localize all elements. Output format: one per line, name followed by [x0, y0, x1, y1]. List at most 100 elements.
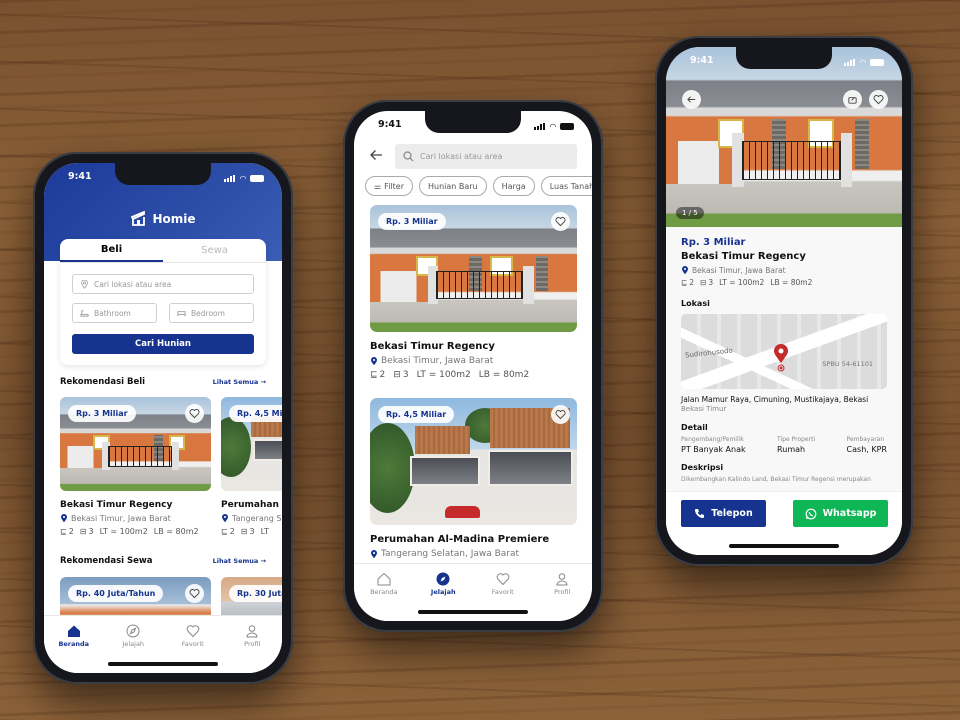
heart-icon — [496, 573, 510, 586]
property-name: Bekasi Timur Regency — [370, 341, 495, 352]
filter-chip-hunian-baru[interactable]: Hunian Baru — [418, 176, 487, 196]
search-card: Beli Sewa Cari lokasi atau area Bathroom… — [60, 239, 266, 365]
listing-card[interactable]: Rp. 3 Miliar Bekasi Timur Regency Bekasi… — [370, 205, 577, 380]
listing-card[interactable]: Rp. 4,5 Miliar Perumahan Al-Madina Premi… — [370, 398, 577, 559]
property-name: Bekasi Timur Regency — [681, 251, 806, 262]
bed-icon: ⊟ — [700, 278, 707, 287]
property-location: Bekasi Timur, Jawa Barat — [681, 266, 887, 275]
tab-beli[interactable]: Beli — [60, 239, 163, 262]
buy-card[interactable]: Rp. 4,5 Miliar Perumahan Al-Madina Premi… — [221, 397, 282, 536]
property-location: Bekasi Timur, Jawa Barat — [60, 514, 211, 523]
filter-chip-luas-tanah[interactable]: Luas Tanah — [540, 176, 592, 196]
status-time: 9:41 — [690, 55, 714, 66]
signal-icon — [843, 58, 856, 66]
heart-icon — [555, 217, 566, 227]
phone-explore: 9:41 ◠ Cari lokasi atau area ⚌ Filter Hun… — [343, 100, 603, 632]
explore-screen: 9:41 ◠ Cari lokasi atau area ⚌ Filter Hun… — [354, 111, 592, 621]
pin-icon — [222, 514, 228, 523]
phone-detail: 1 / 5 9:41 ◠ Rp. 3 Miliar Bekasi Timur R… — [655, 36, 913, 566]
user-icon — [246, 625, 258, 638]
property-gallery[interactable]: 1 / 5 — [666, 47, 902, 227]
nav-beranda[interactable]: Beranda — [49, 624, 99, 673]
bed-icon: ⊟ — [240, 527, 248, 536]
user-icon — [556, 573, 568, 586]
price-badge: Rp. 3 Miliar — [68, 405, 136, 422]
property-location: Tangerang Selatan, Jawa Barat — [221, 514, 282, 523]
section-header-buy: Rekomendasi Beli Lihat Semua → — [60, 377, 266, 387]
back-button[interactable] — [682, 90, 701, 109]
home-indicator — [418, 610, 528, 614]
status-time: 9:41 — [68, 171, 92, 182]
tab-sewa[interactable]: Sewa — [163, 239, 266, 262]
see-all-buy-link[interactable]: Lihat Semua → — [213, 378, 266, 386]
bathtub-icon — [80, 309, 89, 317]
bedroom-input[interactable]: Bedroom — [169, 303, 254, 323]
property-specs: ⊑ 2 ⊟ 3 LT = 100m2 LB = 80m2 — [60, 527, 199, 536]
arrow-left-icon — [687, 96, 696, 103]
property-specs: ⊑ 2 ⊟ 3 LT = 100m2 LB = 80m2 — [370, 370, 530, 380]
map-poi-label: SPBU 54-61101 — [822, 360, 873, 368]
property-name: Perumahan Al-Madina Premiere — [221, 500, 282, 510]
property-photo: Rp. 4,5 Miliar — [221, 397, 282, 491]
notch — [736, 47, 832, 69]
nav-profil[interactable]: Profil — [227, 624, 277, 673]
image-counter: 1 / 5 — [676, 207, 704, 219]
description-heading: Deskripsi — [681, 463, 724, 472]
price-badge: Rp. 40 Juta/Tahun — [68, 585, 164, 602]
property-photo: Rp. 3 Miliar — [60, 397, 211, 491]
call-button[interactable]: Telepon — [681, 500, 766, 527]
price-badge: Rp. 4,5 Miliar — [378, 406, 455, 423]
address-sub: Bekasi Timur — [681, 405, 727, 413]
map-street-label: Sudirohusodo — [684, 346, 734, 360]
price-badge: Rp. 30 Juta/Tahun — [229, 585, 282, 602]
home-indicator — [729, 544, 839, 548]
phone-icon — [695, 509, 705, 518]
nav-profil[interactable]: Profil — [537, 572, 587, 621]
phone-home: 9:41 ◠ Homie Beli Sewa Cari lokasi atau … — [33, 152, 293, 684]
share-button[interactable] — [843, 90, 862, 109]
home-icon — [377, 572, 391, 586]
map-pin-icon — [774, 344, 788, 372]
filter-chip[interactable]: ⚌ Filter — [365, 176, 413, 196]
heart-icon — [189, 589, 200, 599]
bed-icon: ⊟ — [393, 370, 401, 380]
favorite-button[interactable] — [869, 90, 888, 109]
home-icon — [67, 625, 80, 637]
buy-card[interactable]: Rp. 3 Miliar Bekasi Timur Regency Bekasi… — [60, 397, 211, 536]
description-text: Dikembangkan Kalindo Land, Bekasi Timur … — [681, 476, 871, 483]
favorite-button[interactable] — [551, 212, 570, 231]
status-time: 9:41 — [378, 119, 402, 130]
search-icon — [403, 151, 414, 162]
property-price: Rp. 3 Miliar — [681, 237, 746, 248]
property-name: Bekasi Timur Regency — [60, 500, 173, 510]
house-logo-icon — [131, 211, 146, 226]
nav-beranda[interactable]: Beranda — [359, 572, 409, 621]
favorite-button[interactable] — [185, 404, 204, 423]
pin-outline-icon — [81, 279, 88, 289]
sliders-icon: ⚌ — [374, 181, 382, 191]
price-badge: Rp. 4,5 Miliar — [229, 405, 282, 422]
app-name: Homie — [152, 211, 196, 226]
heart-icon — [555, 410, 566, 420]
location-map[interactable]: Sudirohusodo SPBU 54-61101 — [681, 314, 887, 389]
wifi-icon: ◠ — [859, 57, 866, 67]
location-heading: Lokasi — [681, 299, 710, 308]
whatsapp-button[interactable]: Whatsapp — [793, 500, 888, 527]
back-button[interactable] — [370, 149, 383, 165]
property-name: Perumahan Al-Madina Premiere — [370, 534, 550, 545]
bathroom-input[interactable]: Bathroom — [72, 303, 157, 323]
location-search-input[interactable]: Cari lokasi atau area — [72, 274, 254, 294]
search-input[interactable]: Cari lokasi atau area — [395, 144, 577, 169]
favorite-button[interactable] — [185, 584, 204, 603]
share-icon — [848, 97, 857, 104]
see-all-rent-link[interactable]: Lihat Semua → — [213, 557, 266, 565]
detail-grid: Pengembang/Pemilik PT Banyak Anak Tipe Pr… — [681, 436, 887, 454]
bed-icon: ⊟ — [79, 527, 87, 536]
heart-icon — [186, 625, 200, 638]
home-screen: 9:41 ◠ Homie Beli Sewa Cari lokasi atau … — [44, 163, 282, 673]
favorite-button[interactable] — [551, 405, 570, 424]
search-homes-button[interactable]: Cari Hunian — [72, 334, 254, 354]
filter-chip-harga[interactable]: Harga — [492, 176, 535, 196]
wifi-icon: ◠ — [239, 173, 246, 183]
section-header-rent: Rekomendasi Sewa Lihat Semua → — [60, 556, 266, 566]
